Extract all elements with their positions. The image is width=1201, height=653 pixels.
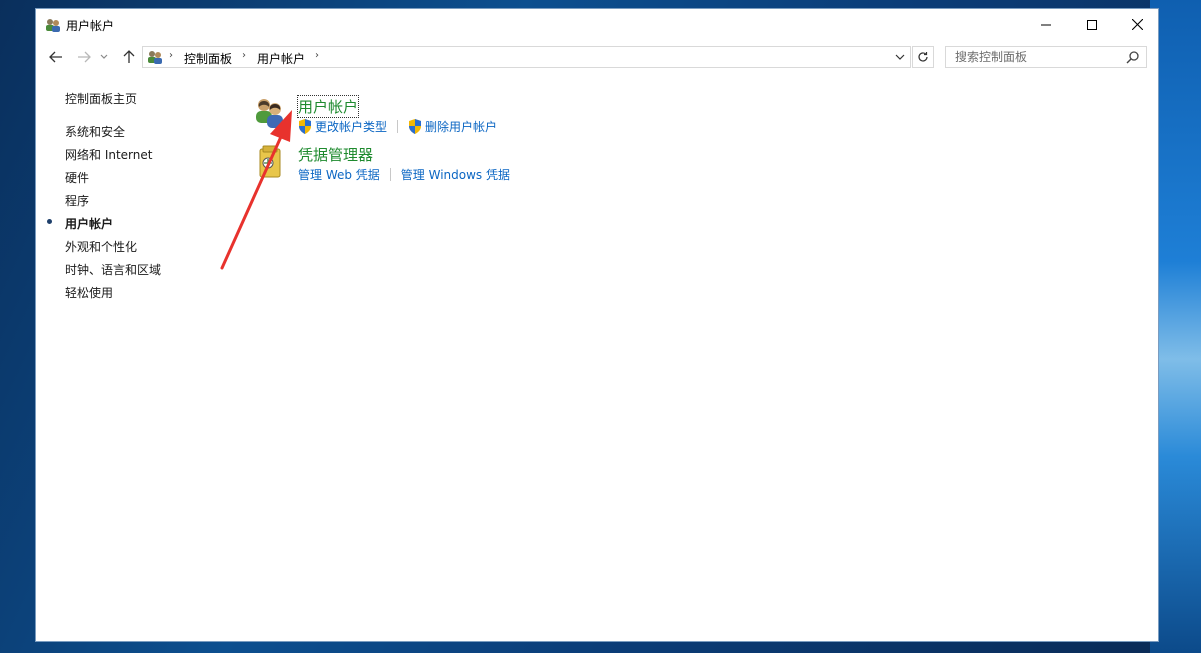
- search-input[interactable]: [946, 47, 1130, 67]
- uac-shield-icon: [409, 119, 422, 134]
- back-button[interactable]: [45, 46, 67, 68]
- arrow-up-icon: [123, 50, 135, 63]
- breadcrumb-separator-icon[interactable]: ›: [242, 50, 246, 61]
- window-title: 用户帐户: [66, 19, 115, 33]
- link-label: 更改帐户类型: [315, 120, 388, 134]
- user-accounts-icon: [46, 19, 60, 32]
- manage-windows-credentials-link[interactable]: 管理 Windows 凭据: [401, 166, 510, 183]
- minimize-button[interactable]: [1023, 9, 1069, 40]
- forward-button[interactable]: [73, 46, 95, 68]
- search-box[interactable]: [945, 46, 1147, 68]
- sidebar-item-system-security[interactable]: 系统和安全: [65, 123, 125, 140]
- sidebar-item-clock-language-region[interactable]: 时钟、语言和区域: [65, 261, 161, 278]
- sidebar-item-network-internet[interactable]: 网络和 Internet: [65, 146, 152, 163]
- control-panel-window: 用户帐户 › 控制面板 › 用户帐户 › 搜索控制面板 控制面板主页 系统和安全…: [35, 8, 1159, 642]
- minimize-icon: [1041, 24, 1051, 25]
- search-icon[interactable]: [1126, 50, 1140, 64]
- close-icon: [1131, 19, 1143, 30]
- chevron-down-icon: [895, 54, 905, 60]
- arrow-left-icon: [49, 51, 62, 63]
- sidebar-item-ease-of-access[interactable]: 轻松使用: [65, 284, 113, 301]
- delete-user-account-link[interactable]: 删除用户帐户: [408, 118, 497, 135]
- recent-locations-button[interactable]: [97, 46, 111, 68]
- category-title-credential-manager[interactable]: 凭据管理器: [298, 144, 373, 165]
- breadcrumb-separator-icon[interactable]: ›: [315, 50, 319, 61]
- sidebar-item-label: 用户帐户: [65, 217, 114, 231]
- change-account-type-link[interactable]: 更改帐户类型: [298, 118, 387, 135]
- user-accounts-icon: [148, 51, 162, 64]
- refresh-button[interactable]: [912, 46, 934, 68]
- category-links: 更改帐户类型 删除用户帐户: [298, 118, 497, 135]
- link-divider: [389, 168, 391, 181]
- sidebar-item-control-panel-home[interactable]: 控制面板主页: [65, 90, 137, 107]
- credential-manager-icon[interactable]: [255, 145, 285, 179]
- breadcrumb-separator-icon[interactable]: ›: [169, 50, 173, 61]
- maximize-button[interactable]: [1069, 9, 1115, 40]
- category-title-user-accounts[interactable]: 用户帐户: [296, 95, 360, 118]
- address-dropdown-button[interactable]: [891, 46, 909, 68]
- user-accounts-icon[interactable]: [253, 95, 287, 129]
- sidebar-item-hardware[interactable]: 硬件: [65, 169, 89, 186]
- maximize-icon: [1087, 19, 1097, 30]
- sidebar-item-programs[interactable]: 程序: [65, 192, 89, 209]
- navigation-bar: › 控制面板 › 用户帐户 ›: [36, 40, 1158, 74]
- breadcrumb-user-accounts[interactable]: 用户帐户: [257, 50, 305, 67]
- sidebar-item-user-accounts[interactable]: 用户帐户: [47, 215, 114, 232]
- address-bar[interactable]: › 控制面板 › 用户帐户 ›: [142, 46, 911, 68]
- title-bar: 用户帐户: [36, 9, 1158, 40]
- refresh-icon: [918, 52, 928, 62]
- chevron-down-icon: [100, 54, 108, 59]
- active-bullet-icon: [47, 219, 52, 224]
- close-button[interactable]: [1114, 9, 1160, 40]
- breadcrumb-control-panel[interactable]: 控制面板: [184, 50, 232, 67]
- arrow-right-icon: [78, 51, 91, 63]
- category-links: 管理 Web 凭据 管理 Windows 凭据: [298, 166, 510, 183]
- link-divider: [397, 120, 399, 133]
- uac-shield-icon: [299, 119, 311, 134]
- manage-web-credentials-link[interactable]: 管理 Web 凭据: [298, 166, 380, 183]
- up-button[interactable]: [118, 46, 140, 68]
- sidebar-item-appearance[interactable]: 外观和个性化: [65, 238, 137, 255]
- link-label: 删除用户帐户: [425, 120, 498, 134]
